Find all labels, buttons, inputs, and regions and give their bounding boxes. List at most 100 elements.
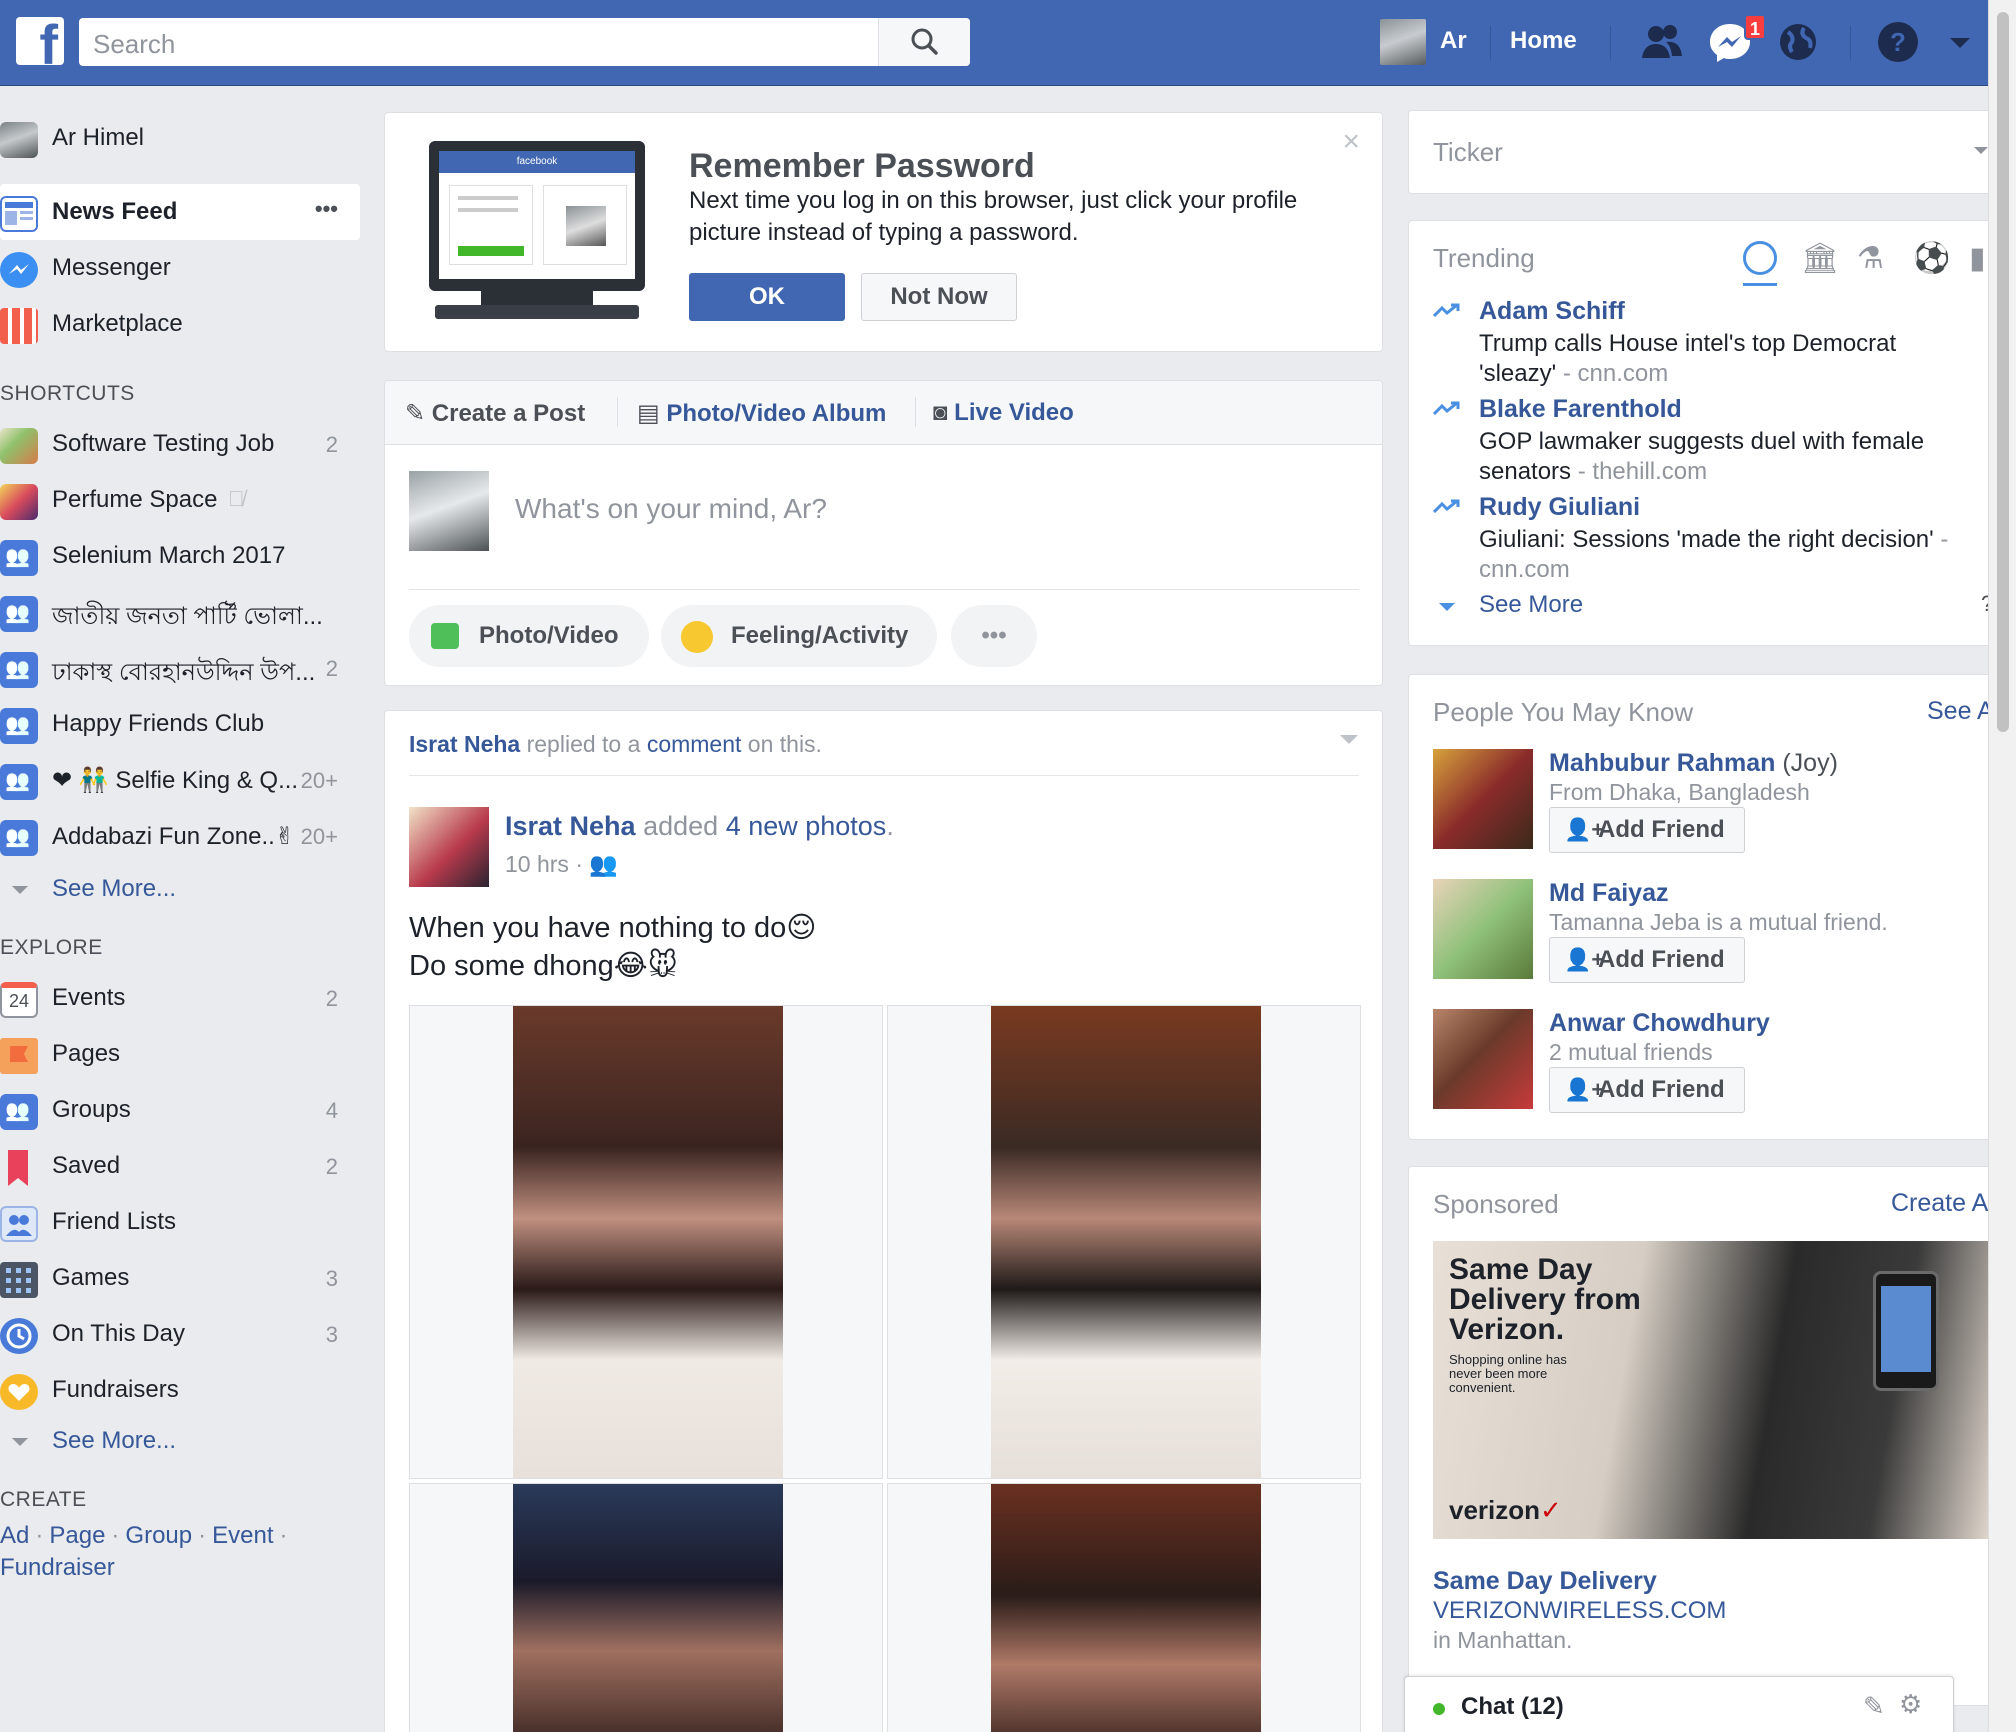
post-photo[interactable] bbox=[409, 1483, 883, 1732]
trend-source: cnn.com bbox=[1479, 556, 1570, 583]
shortcut-item[interactable]: Perfume Space 👁̸ bbox=[0, 472, 360, 528]
explore-item-games[interactable]: Games 3 bbox=[0, 1250, 360, 1306]
nav-marketplace[interactable]: Marketplace bbox=[0, 296, 360, 352]
post-photo[interactable] bbox=[887, 1005, 1361, 1479]
tab-photo-video-album[interactable]: ▤ Photo/Video Album bbox=[637, 399, 886, 428]
composer-input[interactable]: What's on your mind, Ar? bbox=[515, 493, 827, 525]
person-photo[interactable] bbox=[1433, 749, 1533, 849]
explore-item-events[interactable]: 24 Events 2 bbox=[0, 970, 360, 1026]
create-fundraiser-link[interactable]: Fundraiser bbox=[0, 1554, 115, 1581]
help-icon[interactable]: ? bbox=[1874, 20, 1922, 64]
ad-link-title[interactable]: Same Day Delivery bbox=[1433, 1567, 1657, 1596]
explore-item-saved[interactable]: Saved 2 bbox=[0, 1138, 360, 1194]
gear-icon[interactable]: ⚙ bbox=[1899, 1689, 1922, 1720]
trend-description: Trump calls House intel's top Democrat '… bbox=[1479, 330, 1897, 387]
science-tab-icon[interactable]: ⚗ bbox=[1857, 241, 1884, 276]
create-ad-link[interactable]: Ad bbox=[0, 1522, 29, 1549]
user-avatar[interactable] bbox=[1380, 19, 1426, 65]
sports-tab-icon[interactable]: ⚽ bbox=[1913, 241, 1950, 276]
header-name-link[interactable]: Israt Neha bbox=[409, 731, 520, 757]
close-icon[interactable]: × bbox=[1342, 125, 1360, 159]
photo-video-button[interactable]: Photo/Video bbox=[409, 605, 649, 667]
add-friend-button[interactable]: 👤+ Add Friend bbox=[1549, 937, 1745, 983]
add-friend-button[interactable]: 👤+ Add Friend bbox=[1549, 807, 1745, 853]
post-photo[interactable] bbox=[887, 1483, 1361, 1732]
tab-live-video[interactable]: ◙ Live Video bbox=[933, 399, 1074, 427]
more-options-icon[interactable]: ••• bbox=[315, 196, 338, 222]
explore-item-friend-lists[interactable]: Friend Lists bbox=[0, 1194, 360, 1250]
post-menu-chevron-icon[interactable] bbox=[1340, 735, 1358, 744]
shortcut-item[interactable]: ঢাকাস্থ বোরহানউদ্দিন উপ... 2 bbox=[0, 640, 360, 696]
explore-item-groups[interactable]: Groups 4 bbox=[0, 1082, 360, 1138]
scrollbar-thumb[interactable] bbox=[1997, 12, 2009, 732]
dropdown-icon[interactable] bbox=[1940, 20, 1980, 64]
trending-top-tab-icon[interactable] bbox=[1743, 241, 1777, 275]
trend-topic-link[interactable]: Blake Farenthold bbox=[1479, 395, 1682, 424]
friends-icon[interactable] bbox=[1638, 20, 1686, 64]
see-all-link[interactable]: See A bbox=[1927, 697, 1994, 726]
action-text: added bbox=[643, 811, 719, 841]
politics-tab-icon[interactable]: 🏛 bbox=[1801, 241, 1839, 276]
post-photo[interactable] bbox=[409, 1005, 883, 1479]
add-friend-button[interactable]: 👤+ Add Friend bbox=[1549, 1067, 1745, 1113]
trend-topic-link[interactable]: Adam Schiff bbox=[1479, 297, 1625, 326]
flag-icon bbox=[0, 1038, 38, 1074]
facebook-logo-icon[interactable]: f bbox=[16, 17, 64, 65]
pymk-card: People You May Know See A Mahbubur Rahma… bbox=[1408, 674, 1994, 1140]
explore-count: 2 bbox=[325, 1154, 338, 1179]
author-avatar[interactable] bbox=[409, 807, 489, 887]
compose-message-icon[interactable]: ✎ bbox=[1863, 1691, 1885, 1722]
create-ad-link[interactable]: Create A bbox=[1891, 1189, 1988, 1218]
explore-item-pages[interactable]: Pages bbox=[0, 1026, 360, 1082]
search-button[interactable] bbox=[878, 18, 970, 66]
tab-create-post[interactable]: ✎ Create a Post bbox=[405, 399, 585, 428]
photos-link[interactable]: 4 new photos bbox=[726, 811, 887, 841]
nav-news-feed[interactable]: News Feed ••• bbox=[0, 184, 360, 240]
shortcut-item[interactable]: জাতীয় জনতা পার্টি ভোলা... bbox=[0, 584, 360, 640]
person-name-link[interactable]: Mahbubur Rahman (Joy) bbox=[1549, 749, 1838, 778]
ticker-title: Ticker bbox=[1433, 137, 1503, 167]
create-page-link[interactable]: Page bbox=[49, 1522, 105, 1549]
person-photo[interactable] bbox=[1433, 879, 1533, 979]
entertainment-tab-icon[interactable]: ▮ bbox=[1969, 241, 1986, 276]
explore-item-fundraisers[interactable]: Fundraisers bbox=[0, 1362, 360, 1418]
divider bbox=[1850, 26, 1851, 60]
home-link[interactable]: Home bbox=[1510, 27, 1577, 55]
not-now-button[interactable]: Not Now bbox=[861, 273, 1017, 321]
shortcut-item[interactable]: Selenium March 2017 bbox=[0, 528, 360, 584]
shortcut-item[interactable]: Software Testing Job 2 bbox=[0, 416, 360, 472]
explore-item-on-this-day[interactable]: On This Day 3 bbox=[0, 1306, 360, 1362]
person-name-link[interactable]: Md Faiyaz bbox=[1549, 879, 1668, 908]
person-photo[interactable] bbox=[1433, 1009, 1533, 1109]
person-name-link[interactable]: Anwar Chowdhury bbox=[1549, 1009, 1770, 1038]
ad-link-url[interactable]: VERIZONWIRELESS.COM bbox=[1433, 1597, 1726, 1625]
shortcut-item[interactable]: Addabazi Fun Zone..✌ 20+ bbox=[0, 808, 360, 864]
nav-messenger[interactable]: Messenger bbox=[0, 240, 360, 296]
group-icon bbox=[0, 820, 38, 856]
author-name-link[interactable]: Israt Neha bbox=[505, 811, 636, 841]
explore-count: 3 bbox=[325, 1266, 338, 1291]
explore-see-more[interactable]: See More... bbox=[52, 1427, 176, 1455]
shortcut-item[interactable]: ❤ 👬 Selfie King & Q... 20+ bbox=[0, 752, 360, 808]
page-scrollbar[interactable] bbox=[1988, 0, 2016, 1732]
add-friend-icon: 👤+ bbox=[1564, 947, 1605, 972]
chat-bar[interactable]: Chat (12) ✎ ⚙ bbox=[1404, 1676, 1954, 1732]
create-group-link[interactable]: Group bbox=[125, 1522, 192, 1549]
trend-description: Giuliani: Sessions 'made the right decis… bbox=[1479, 526, 1949, 583]
feeling-activity-button[interactable]: Feeling/Activity bbox=[661, 605, 937, 667]
trend-topic-link[interactable]: Rudy Giuliani bbox=[1479, 493, 1640, 522]
ad-image[interactable]: Same Day Delivery from Verizon. Shopping… bbox=[1433, 1241, 1989, 1539]
globe-icon[interactable] bbox=[1774, 20, 1822, 64]
comment-link[interactable]: comment bbox=[647, 731, 742, 757]
post-timestamp[interactable]: 10 hrs · 👥 bbox=[505, 851, 618, 878]
search-input[interactable]: Search bbox=[79, 18, 970, 66]
shortcuts-see-more[interactable]: See More... bbox=[52, 875, 176, 903]
ok-button[interactable]: OK bbox=[689, 273, 845, 321]
add-friend-icon: 👤+ bbox=[1564, 817, 1605, 842]
user-name-link[interactable]: Ar bbox=[1440, 27, 1467, 55]
shortcut-item[interactable]: Happy Friends Club bbox=[0, 696, 360, 752]
ticker-chevron-icon[interactable] bbox=[1974, 147, 1988, 154]
create-event-link[interactable]: Event bbox=[212, 1522, 273, 1549]
more-options-button[interactable]: ••• bbox=[951, 605, 1037, 667]
trending-see-more[interactable]: See More bbox=[1479, 591, 1583, 619]
